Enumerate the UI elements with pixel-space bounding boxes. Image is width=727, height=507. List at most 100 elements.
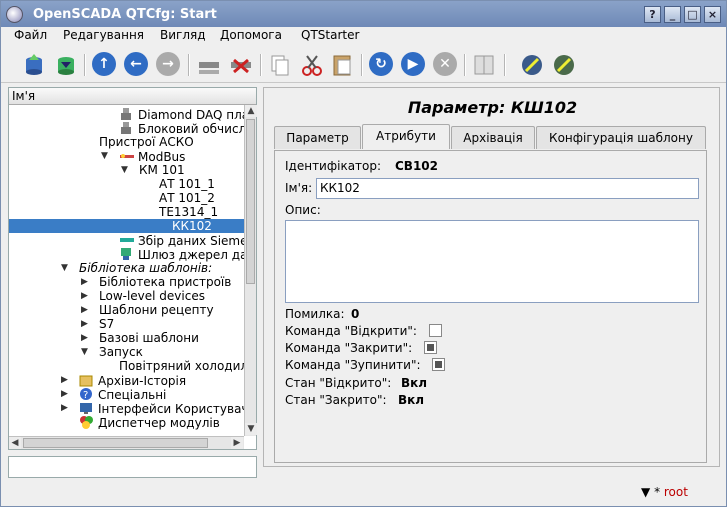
tab-template-config[interactable]: Конфігурація шаблону (536, 126, 706, 149)
name-field[interactable]: КК102 (316, 178, 699, 199)
start-icon[interactable]: ▶ (401, 52, 427, 78)
status-marker: * (654, 485, 661, 499)
page-title: Параметр: КШ102 (407, 98, 578, 117)
add-item-icon[interactable] (196, 52, 222, 78)
horizontal-scroll-thumb[interactable] (23, 438, 208, 448)
menu-help[interactable]: Допомога (220, 28, 282, 42)
status-dropdown-icon[interactable]: ▼ (641, 485, 650, 499)
expand-arrow-icon[interactable]: ▶ (81, 303, 88, 317)
tools-icon[interactable] (519, 52, 545, 78)
expand-arrow-icon[interactable]: ▶ (81, 289, 88, 303)
expand-arrow-icon[interactable]: ▶ (61, 373, 68, 387)
expand-arrow-icon[interactable]: ▶ (61, 401, 68, 415)
tree-row-label: S7 (99, 317, 115, 331)
tree-row-label: Спеціальні (98, 388, 167, 402)
tree-row[interactable]: ▼ КМ 101 (121, 163, 185, 177)
close-window-button[interactable]: × (704, 6, 721, 23)
tree-row[interactable]: ▶ Базові шаблони (81, 331, 199, 345)
tree-horizontal-scrollbar[interactable]: ◀ ▶ (9, 436, 244, 449)
expand-arrow-icon[interactable]: ▶ (81, 275, 88, 289)
tree-row[interactable]: Пристрої АСКО (99, 135, 194, 149)
tree-row-label: Шаблони рецепту (99, 303, 214, 317)
tree-row[interactable]: ▶ Low-level devices (81, 289, 205, 303)
tree-row[interactable]: ▼ Запуск (81, 345, 143, 359)
tree-row[interactable]: ▶ Інтерфейси Користувача (61, 401, 244, 416)
tree-row[interactable]: ▶ Архіви-Історія (61, 373, 186, 388)
tree-row[interactable]: ▶ Шаблони рецепту (81, 303, 214, 317)
tree-row-label: Базові шаблони (99, 331, 199, 345)
tree-filter-input[interactable] (8, 456, 257, 478)
error-value: 0 (351, 307, 360, 321)
expand-arrow-icon[interactable]: ▶ (81, 317, 88, 331)
db-load-icon[interactable] (21, 52, 47, 78)
tree-row[interactable]: Diamond DAQ плати (119, 107, 244, 122)
refresh-icon[interactable]: ↻ (369, 52, 395, 78)
tree-row[interactable]: КК102 (9, 219, 244, 233)
tab-parameter[interactable]: Параметр (274, 126, 361, 149)
help-window-button[interactable]: ? (644, 6, 661, 23)
tree-row-label: Запуск (99, 345, 143, 359)
manual-icon[interactable] (471, 52, 497, 78)
copy-icon[interactable] (267, 52, 293, 78)
tree-header: Ім'я (9, 88, 256, 105)
back-icon[interactable]: ← (124, 52, 150, 78)
tree-vertical-scrollbar[interactable]: ▲ ▼ (244, 105, 257, 436)
paste-icon[interactable] (330, 52, 356, 78)
tree-row-label: Інтерфейси Користувача (98, 402, 244, 416)
expand-arrow-icon[interactable]: ▶ (81, 331, 88, 345)
tree-row[interactable]: Блоковий обчислюва (119, 121, 244, 136)
id-label: Ідентифікатор: (285, 159, 382, 173)
tree-row[interactable]: TE1314_1 (159, 205, 218, 219)
parameter-panel: Параметр: КШ102 Параметр Атрибути Архіва… (263, 87, 720, 467)
maximize-button[interactable]: □ (684, 6, 701, 23)
tree-row-label: Low-level devices (99, 289, 205, 303)
db-save-icon[interactable] (53, 52, 79, 78)
vertical-scroll-thumb[interactable] (246, 119, 255, 284)
menu-file[interactable]: Файл (14, 28, 47, 42)
tree-row[interactable]: АТ 101_2 (159, 191, 215, 205)
up-icon[interactable]: ↑ (92, 52, 118, 78)
tree-row[interactable]: ▶? Спеціальні (61, 387, 167, 402)
menu-view[interactable]: Вигляд (160, 28, 206, 42)
toolbar: ↑ ← → ↻ ▶ ✕ (1, 48, 726, 83)
description-field[interactable] (285, 220, 699, 303)
minimize-button[interactable]: _ (664, 6, 681, 23)
cmd-stop-label: Команда "Зупинити": (285, 358, 421, 372)
cmd-open-checkbox[interactable] (429, 324, 442, 337)
svg-text:?: ? (83, 390, 88, 401)
collapse-arrow-icon[interactable]: ▼ (81, 345, 88, 359)
delete-item-icon[interactable] (228, 52, 254, 78)
forward-icon[interactable]: → (156, 52, 182, 78)
tree-row-label: Бібліотека шаблонів: (79, 261, 213, 275)
tree-row[interactable]: Шлюз джерел даних (119, 247, 244, 262)
menu-qtstarter[interactable]: QTStarter (301, 28, 359, 42)
tree-row[interactable]: Збір даних Siemens (119, 233, 244, 248)
main-window: OpenSCADA QTCfg: Start ? _ □ × Файл Реда… (0, 0, 727, 507)
stop-icon[interactable]: ✕ (433, 52, 459, 78)
menu-bar: Файл Редагування Вигляд Допомога QTStart… (1, 27, 726, 47)
collapse-arrow-icon[interactable]: ▼ (61, 261, 68, 275)
expand-arrow-icon[interactable]: ▶ (61, 387, 68, 401)
tree-row-label: КМ 101 (139, 163, 185, 177)
tree-row[interactable]: Повітряний холодил (119, 359, 244, 373)
tab-archiving[interactable]: Архівація (451, 126, 535, 149)
cmd-stop-checkbox[interactable] (432, 358, 445, 371)
tree-row-label: Бібліотека пристроїв (99, 275, 232, 289)
tree-row-label: Повітряний холодил (119, 359, 244, 373)
menu-edit[interactable]: Редагування (63, 28, 144, 42)
tree-row[interactable]: ▼ ModBus (101, 149, 185, 164)
tree-row[interactable]: Диспетчер модулів (79, 415, 220, 430)
tree-row-label: Збір даних Siemens (138, 234, 244, 248)
collapse-arrow-icon[interactable]: ▼ (101, 149, 108, 163)
tree-row[interactable]: ▶ S7 (81, 317, 115, 331)
tree-row[interactable]: ▶ Бібліотека пристроїв (81, 275, 232, 289)
cut-icon[interactable] (299, 52, 325, 78)
tree-row-label: Шлюз джерел даних (138, 248, 244, 262)
cmd-close-checkbox[interactable] (424, 341, 437, 354)
settings-icon[interactable] (551, 52, 577, 78)
tree-row[interactable]: АТ 101_1 (159, 177, 215, 191)
tab-attributes[interactable]: Атрибути (362, 124, 450, 149)
tree-row[interactable]: ▼ Бібліотека шаблонів: (61, 261, 213, 275)
state-closed-label: Стан "Закрито": (285, 393, 387, 407)
collapse-arrow-icon[interactable]: ▼ (121, 163, 128, 177)
